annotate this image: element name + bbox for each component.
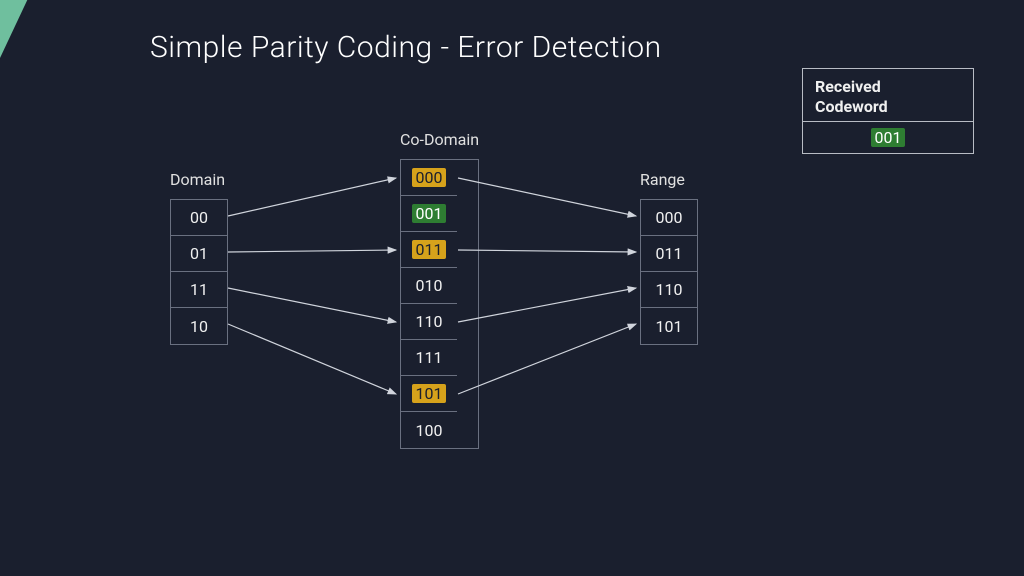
codomain-cell: 011 xyxy=(401,232,457,268)
range-cell: 000 xyxy=(641,200,697,236)
slide-title: Simple Parity Coding - Error Detection xyxy=(150,30,662,65)
domain-cell: 10 xyxy=(171,308,227,344)
received-codeword-box: Received Codeword 001 xyxy=(802,68,974,154)
range-label: Range xyxy=(640,170,698,189)
domain-label: Domain xyxy=(170,170,228,189)
range-cell: 110 xyxy=(641,272,697,308)
domain-cell: 11 xyxy=(171,272,227,308)
codomain-label: Co-Domain xyxy=(400,130,479,149)
domain-cell: 01 xyxy=(171,236,227,272)
domain-column: Domain 00 01 11 10 xyxy=(170,170,228,345)
range-cell: 101 xyxy=(641,308,697,344)
codomain-cell: 101 xyxy=(401,376,457,412)
domain-cell: 00 xyxy=(171,200,227,236)
codomain-cell: 110 xyxy=(401,304,457,340)
received-value: 001 xyxy=(871,128,906,147)
codomain-cell: 010 xyxy=(401,268,457,304)
codomain-cell: 000 xyxy=(401,160,457,196)
range-cell: 011 xyxy=(641,236,697,272)
corner-accent xyxy=(0,0,80,90)
range-column: Range 000 011 110 101 xyxy=(640,170,698,345)
received-label-line1: Received xyxy=(815,77,881,96)
codomain-cell: 001 xyxy=(401,196,457,232)
received-label-line2: Codeword xyxy=(815,97,888,116)
codomain-column: Co-Domain 000 001 011 010 110 111 101 10… xyxy=(400,130,479,449)
codomain-cell: 100 xyxy=(401,412,457,448)
codomain-cell: 111 xyxy=(401,340,457,376)
